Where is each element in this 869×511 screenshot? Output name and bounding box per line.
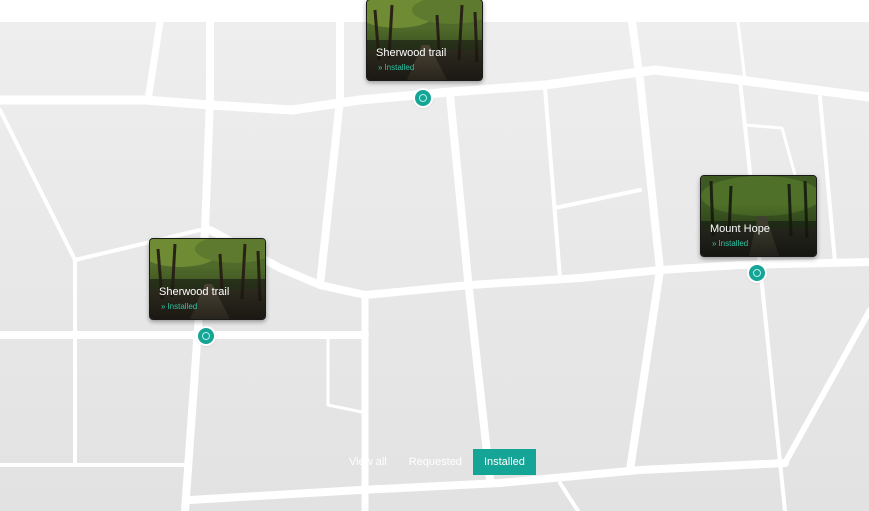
pin-ring [419, 94, 427, 102]
map-pin[interactable] [415, 90, 431, 106]
marker-status: » Installed [378, 63, 414, 72]
map-view: Sherwood trail » Installed Mount Hope » In… [0, 0, 869, 511]
filter-requested-button[interactable]: Requested [398, 449, 473, 475]
marker-card[interactable]: Sherwood trail » Installed [149, 238, 266, 320]
map-pin[interactable] [198, 328, 214, 344]
map-pin[interactable] [749, 265, 765, 281]
marker-card[interactable]: Mount Hope » Installed [700, 175, 817, 257]
filter-installed-button[interactable]: Installed [472, 449, 536, 475]
marker-card[interactable]: Sherwood trail » Installed [366, 0, 483, 81]
marker-status-label: Installed [718, 239, 749, 248]
pin-ring [753, 269, 761, 277]
double-chevron-down-icon: » [712, 239, 717, 248]
marker-title: Sherwood trail [376, 47, 447, 59]
double-chevron-down-icon: » [161, 302, 166, 311]
marker-status-label: Installed [384, 63, 415, 72]
marker-status: » Installed [712, 239, 748, 248]
double-chevron-down-icon: » [378, 63, 383, 72]
marker-status-label: Installed [167, 302, 198, 311]
map-canvas[interactable] [0, 22, 869, 511]
marker-status: » Installed [161, 302, 197, 311]
filter-view-all-button[interactable]: View all [338, 449, 398, 475]
filter-bar: View all Requested Installed [338, 449, 536, 475]
marker-title: Sherwood trail [159, 286, 230, 298]
pin-ring [202, 332, 210, 340]
marker-title: Mount Hope [710, 223, 770, 235]
